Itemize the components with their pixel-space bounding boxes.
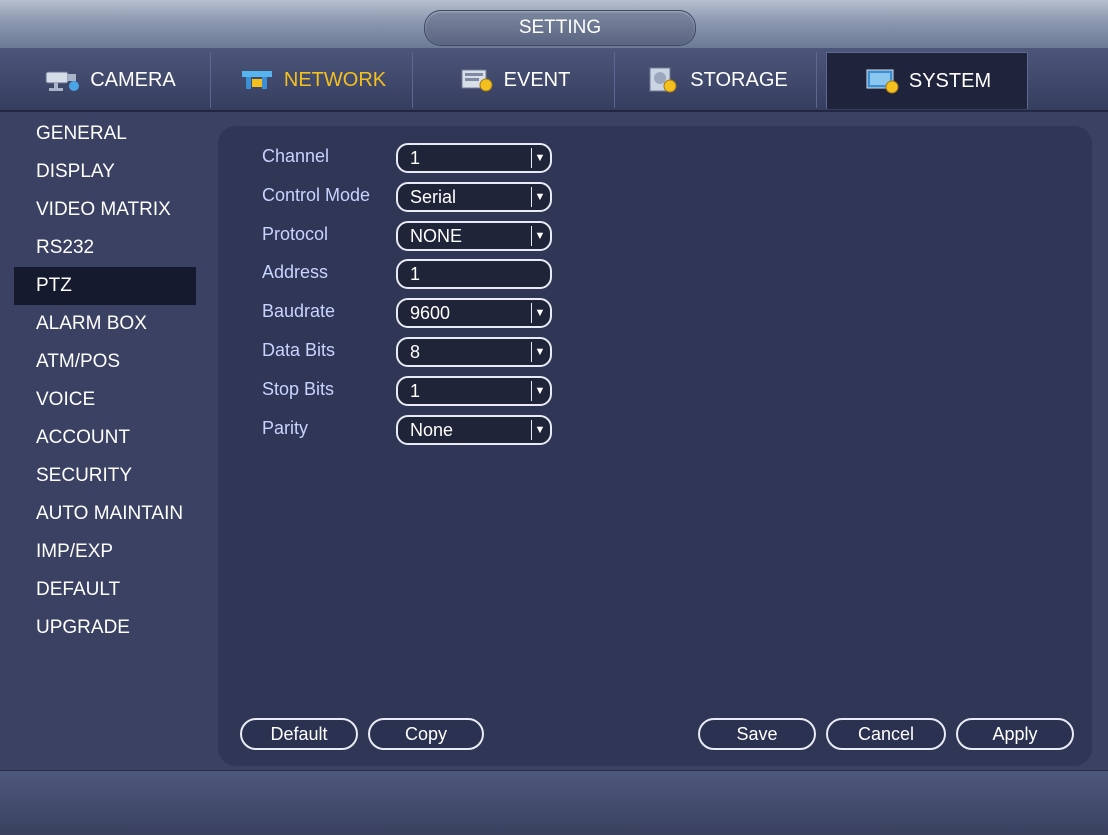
chevron-down-icon: ▼ <box>531 187 548 207</box>
tab-bar: CAMERA NETWORK EVENT STORAGE SYSTEM <box>0 48 1108 112</box>
sidebar-item-rs232[interactable]: RS232 <box>14 229 196 267</box>
address-field[interactable]: 1 <box>396 259 552 289</box>
cancel-button[interactable]: Cancel <box>826 718 946 750</box>
tab-system[interactable]: SYSTEM <box>826 52 1028 109</box>
event-icon <box>458 67 496 93</box>
baudrate-value: 9600 <box>410 303 451 323</box>
baudrate-label: Baudrate <box>262 301 336 321</box>
parity-select[interactable]: None ▼ <box>396 415 552 445</box>
sidebar: GENERAL DISPLAY VIDEO MATRIX RS232 PTZ A… <box>0 113 210 753</box>
chevron-down-icon: ▼ <box>531 381 548 401</box>
sidebar-item-general[interactable]: GENERAL <box>14 115 196 153</box>
sidebar-item-voice[interactable]: VOICE <box>14 381 196 419</box>
window-title: SETTING <box>424 10 696 46</box>
tab-label: EVENT <box>503 68 571 91</box>
sidebar-item-ptz[interactable]: PTZ <box>14 267 196 305</box>
tab-label: SYSTEM <box>908 69 992 92</box>
sidebar-item-auto-maintain[interactable]: AUTO MAINTAIN <box>14 495 196 533</box>
camera-icon <box>44 67 82 93</box>
address-label: Address <box>262 262 329 282</box>
chevron-down-icon: ▼ <box>531 303 548 323</box>
parity-label: Parity <box>262 418 309 438</box>
system-icon <box>863 68 901 94</box>
tab-label: CAMERA <box>90 68 176 91</box>
control-mode-value: Serial <box>410 187 457 207</box>
status-bar <box>0 770 1108 835</box>
protocol-label: Protocol <box>262 224 329 244</box>
tab-camera[interactable]: CAMERA <box>10 52 211 108</box>
chevron-down-icon: ▼ <box>531 226 548 246</box>
data-bits-label: Data Bits <box>262 340 336 360</box>
network-icon <box>238 67 276 93</box>
sidebar-item-security[interactable]: SECURITY <box>14 457 196 495</box>
sidebar-item-video-matrix[interactable]: VIDEO MATRIX <box>14 191 196 229</box>
tab-label: STORAGE <box>690 68 788 91</box>
title-bar: SETTING <box>0 0 1108 49</box>
save-button[interactable]: Save <box>698 718 816 750</box>
protocol-value: NONE <box>410 226 463 246</box>
stop-bits-label: Stop Bits <box>262 379 335 399</box>
tab-network[interactable]: NETWORK <box>212 52 413 108</box>
control-mode-select[interactable]: Serial ▼ <box>396 182 552 212</box>
sidebar-item-upgrade[interactable]: UPGRADE <box>14 609 196 647</box>
apply-button[interactable]: Apply <box>956 718 1074 750</box>
chevron-down-icon: ▼ <box>531 342 548 362</box>
chevron-down-icon: ▼ <box>531 148 548 168</box>
tab-storage[interactable]: STORAGE <box>616 52 817 108</box>
sidebar-item-alarm-box[interactable]: ALARM BOX <box>14 305 196 343</box>
sidebar-item-imp-exp[interactable]: IMP/EXP <box>14 533 196 571</box>
address-value: 1 <box>410 264 421 284</box>
channel-label: Channel <box>262 146 330 166</box>
sidebar-item-display[interactable]: DISPLAY <box>14 153 196 191</box>
tab-label: NETWORK <box>283 68 387 91</box>
baudrate-select[interactable]: 9600 ▼ <box>396 298 552 328</box>
data-bits-value: 8 <box>410 342 421 362</box>
storage-icon <box>644 67 682 93</box>
sidebar-item-default[interactable]: DEFAULT <box>14 571 196 609</box>
stop-bits-value: 1 <box>410 381 421 401</box>
tab-event[interactable]: EVENT <box>414 52 615 108</box>
ptz-settings-panel: Channel 1 ▼ Control Mode Serial ▼ Protoc… <box>218 126 1092 766</box>
data-bits-select[interactable]: 8 ▼ <box>396 337 552 367</box>
channel-value: 1 <box>410 148 421 168</box>
stop-bits-select[interactable]: 1 ▼ <box>396 376 552 406</box>
parity-value: None <box>410 420 454 440</box>
channel-select[interactable]: 1 ▼ <box>396 143 552 173</box>
sidebar-item-atm-pos[interactable]: ATM/POS <box>14 343 196 381</box>
protocol-select[interactable]: NONE ▼ <box>396 221 552 251</box>
chevron-down-icon: ▼ <box>531 420 548 440</box>
sidebar-item-account[interactable]: ACCOUNT <box>14 419 196 457</box>
control-mode-label: Control Mode <box>262 185 371 205</box>
default-button[interactable]: Default <box>240 718 358 750</box>
copy-button[interactable]: Copy <box>368 718 484 750</box>
